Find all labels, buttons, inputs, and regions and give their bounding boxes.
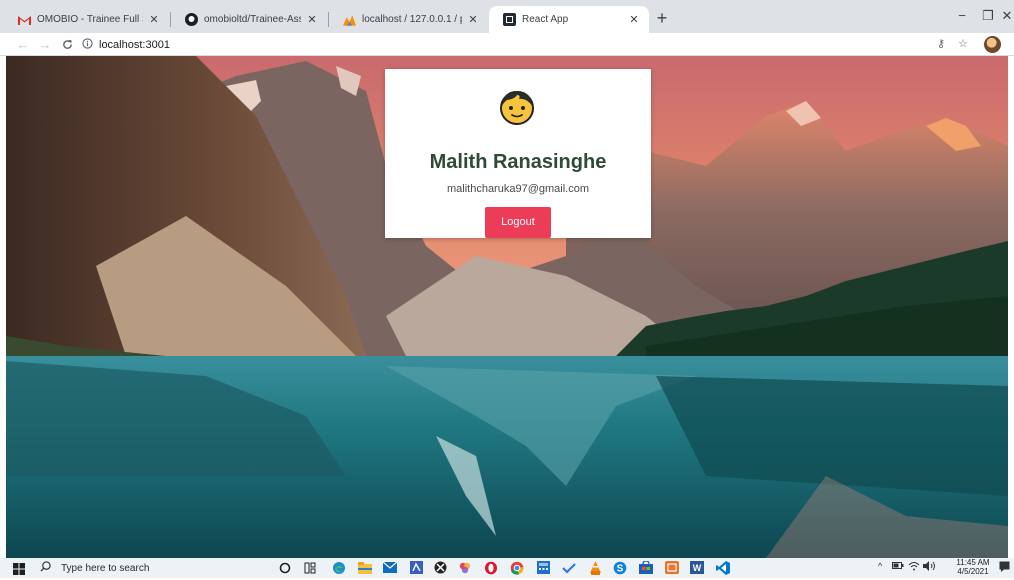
taskbar-search-box[interactable]: Type here to search bbox=[40, 559, 266, 577]
xbox-icon[interactable] bbox=[433, 560, 447, 575]
address-bar[interactable]: localhost:3001 bbox=[82, 36, 922, 53]
svg-text:S: S bbox=[617, 563, 624, 574]
tab-label: OMOBIO - Trainee Full Stack Dev bbox=[37, 14, 143, 25]
tab-close-icon[interactable]: ✕ bbox=[147, 13, 161, 26]
tab-phpmyadmin[interactable]: localhost / 127.0.0.1 / php_auth_ ✕ bbox=[329, 6, 488, 33]
window-minimize-button[interactable]: − bbox=[952, 8, 972, 26]
window-maximize-button[interactable]: ❐ bbox=[978, 8, 998, 26]
vscode-icon[interactable] bbox=[716, 560, 730, 575]
word-icon[interactable]: W bbox=[690, 560, 704, 575]
tab-label: omobioltd/Trainee-Associate-Ap bbox=[204, 14, 301, 25]
cortana-icon[interactable] bbox=[278, 560, 292, 575]
skype-icon[interactable]: S bbox=[613, 560, 627, 575]
battery-icon[interactable] bbox=[892, 561, 904, 572]
mail-icon[interactable] bbox=[383, 560, 397, 575]
search-icon bbox=[40, 561, 51, 575]
reload-icon[interactable] bbox=[58, 36, 76, 53]
windows-taskbar: Type here to search S W ^ 11:45 AM 4/5/2… bbox=[0, 558, 1014, 578]
tab-omobio-gmail[interactable]: OMOBIO - Trainee Full Stack Dev ✕ bbox=[4, 6, 169, 33]
opera-icon[interactable] bbox=[484, 560, 498, 575]
boy-face-emoji-icon bbox=[497, 86, 537, 126]
logout-button[interactable]: Logout bbox=[485, 207, 551, 238]
store-icon[interactable] bbox=[639, 560, 653, 575]
calculator-icon[interactable] bbox=[536, 560, 550, 575]
clock-date: 4/5/2021 bbox=[957, 567, 989, 576]
browser-tab-strip: OMOBIO - Trainee Full Stack Dev ✕ omobio… bbox=[0, 0, 1014, 33]
edge-icon[interactable] bbox=[332, 560, 346, 575]
app-icon[interactable] bbox=[665, 560, 679, 575]
tab-close-icon[interactable]: ✕ bbox=[305, 13, 319, 26]
vlc-icon[interactable] bbox=[588, 560, 602, 575]
react-app-icon bbox=[503, 13, 516, 26]
file-explorer-icon[interactable] bbox=[358, 560, 372, 575]
tab-close-icon[interactable]: ✕ bbox=[627, 13, 641, 26]
app-icon[interactable] bbox=[409, 560, 423, 575]
search-placeholder: Type here to search bbox=[61, 562, 150, 574]
profile-email: malithcharuka97@gmail.com bbox=[446, 183, 589, 195]
todo-icon[interactable] bbox=[562, 560, 576, 575]
phpmyadmin-icon bbox=[343, 13, 356, 26]
windows-start-icon[interactable] bbox=[13, 562, 25, 575]
profile-card: Malith Ranasinghe malithcharuka97@gmail.… bbox=[385, 69, 651, 238]
tab-github[interactable]: omobioltd/Trainee-Associate-Ap ✕ bbox=[171, 6, 327, 33]
page-viewport: Malith Ranasinghe malithcharuka97@gmail.… bbox=[6, 56, 1008, 558]
info-icon[interactable] bbox=[82, 36, 93, 54]
chrome-icon[interactable] bbox=[510, 560, 524, 575]
volume-icon[interactable] bbox=[923, 561, 936, 573]
system-clock[interactable]: 11:45 AM 4/5/2021 bbox=[955, 558, 991, 576]
notifications-icon[interactable] bbox=[999, 561, 1010, 574]
tab-close-icon[interactable]: ✕ bbox=[466, 13, 480, 26]
new-tab-button[interactable]: + bbox=[652, 9, 672, 29]
paint-icon[interactable] bbox=[458, 560, 472, 575]
tab-label: React App bbox=[522, 14, 569, 25]
key-icon[interactable]: ⚷ bbox=[932, 35, 950, 53]
forward-arrow-icon[interactable]: → bbox=[36, 36, 54, 53]
bookmark-star-icon[interactable]: ☆ bbox=[954, 35, 972, 53]
chevron-up-icon[interactable]: ^ bbox=[878, 561, 882, 571]
profile-name: Malith Ranasinghe bbox=[429, 151, 607, 173]
profile-avatar[interactable] bbox=[984, 36, 1001, 53]
back-arrow-icon[interactable]: ← bbox=[14, 36, 32, 53]
wifi-icon[interactable] bbox=[908, 561, 920, 573]
address-url: localhost:3001 bbox=[99, 38, 170, 51]
clock-time: 11:45 AM bbox=[956, 558, 990, 567]
svg-text:W: W bbox=[693, 563, 702, 573]
browser-toolbar: ← → localhost:3001 ⚷ ☆ bbox=[0, 33, 1014, 56]
tab-label: localhost / 127.0.0.1 / php_auth_ bbox=[362, 14, 462, 25]
gmail-icon bbox=[18, 13, 31, 26]
window-close-button[interactable]: ✕ bbox=[1000, 8, 1014, 26]
tab-react-app[interactable]: React App ✕ bbox=[489, 6, 649, 33]
task-view-icon[interactable] bbox=[303, 560, 317, 575]
github-icon bbox=[185, 13, 198, 26]
